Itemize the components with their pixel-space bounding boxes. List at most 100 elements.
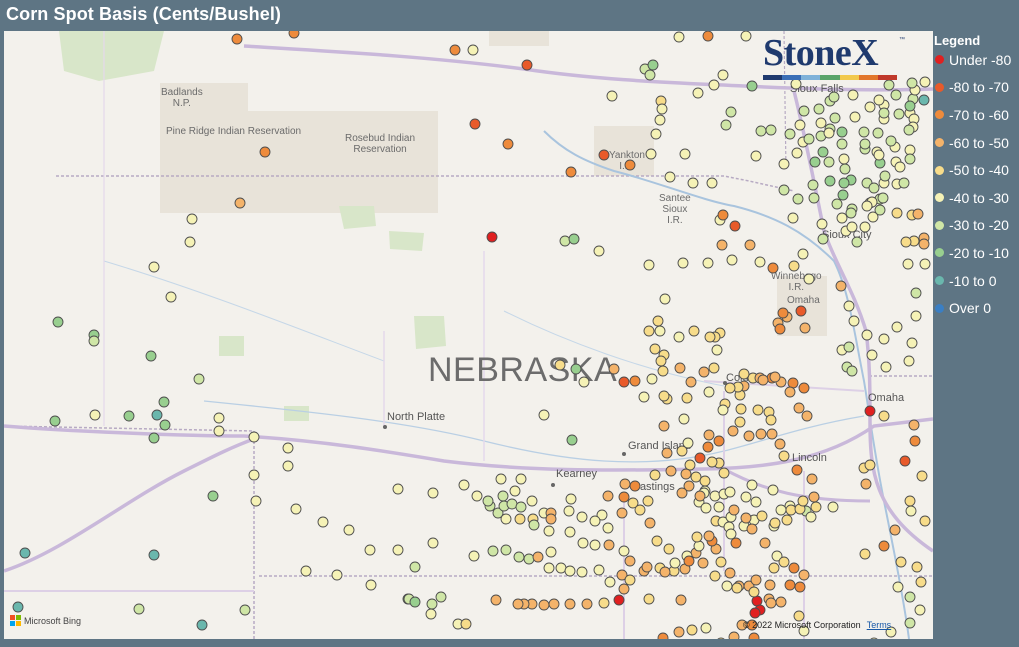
basis-location-marker[interactable]: [898, 177, 910, 189]
basis-location-marker[interactable]: [555, 562, 567, 574]
basis-location-marker[interactable]: [892, 581, 904, 593]
basis-location-marker[interactable]: [795, 305, 807, 317]
legend-item[interactable]: Over 0: [934, 294, 1011, 322]
basis-location-marker[interactable]: [873, 94, 885, 106]
basis-location-marker[interactable]: [740, 491, 752, 503]
terms-link[interactable]: Terms: [867, 620, 892, 630]
basis-location-marker[interactable]: [702, 441, 714, 453]
basis-location-marker[interactable]: [618, 545, 630, 557]
basis-location-marker[interactable]: [899, 455, 911, 467]
basis-location-marker[interactable]: [148, 261, 160, 273]
basis-location-marker[interactable]: [910, 287, 922, 299]
basis-location-marker[interactable]: [239, 604, 251, 616]
basis-location-marker[interactable]: [576, 511, 588, 523]
basis-location-marker[interactable]: [641, 561, 653, 573]
basis-location-marker[interactable]: [843, 300, 855, 312]
basis-location-marker[interactable]: [911, 561, 923, 573]
basis-location-marker[interactable]: [694, 452, 706, 464]
basis-location-marker[interactable]: [425, 608, 437, 620]
basis-location-marker[interactable]: [750, 150, 762, 162]
basis-location-marker[interactable]: [365, 579, 377, 591]
basis-location-marker[interactable]: [509, 485, 521, 497]
basis-location-marker[interactable]: [713, 501, 725, 513]
basis-location-marker[interactable]: [502, 138, 514, 150]
basis-location-marker[interactable]: [692, 87, 704, 99]
basis-location-marker[interactable]: [809, 156, 821, 168]
basis-location-marker[interactable]: [559, 235, 571, 247]
basis-location-marker[interactable]: [746, 479, 758, 491]
basis-location-marker[interactable]: [861, 329, 873, 341]
basis-location-marker[interactable]: [835, 280, 847, 292]
basis-location-marker[interactable]: [894, 161, 906, 173]
basis-location-marker[interactable]: [644, 69, 656, 81]
basis-location-marker[interactable]: [629, 480, 641, 492]
basis-location-marker[interactable]: [545, 546, 557, 558]
basis-location-marker[interactable]: [545, 513, 557, 525]
basis-location-marker[interactable]: [847, 89, 859, 101]
basis-location-marker[interactable]: [858, 126, 870, 138]
basis-location-marker[interactable]: [916, 470, 928, 482]
basis-location-marker[interactable]: [868, 182, 880, 194]
basis-location-marker[interactable]: [123, 410, 135, 422]
basis-location-marker[interactable]: [717, 404, 729, 416]
basis-location-marker[interactable]: [767, 484, 779, 496]
bing-attribution[interactable]: Microsoft Bing: [10, 615, 81, 626]
basis-location-marker[interactable]: [624, 555, 636, 567]
basis-location-marker[interactable]: [711, 344, 723, 356]
basis-location-marker[interactable]: [794, 119, 806, 131]
basis-location-marker[interactable]: [721, 580, 733, 592]
basis-location-marker[interactable]: [752, 404, 764, 416]
legend-item[interactable]: -80 to -70: [934, 74, 1011, 102]
basis-location-marker[interactable]: [805, 511, 817, 523]
basis-location-marker[interactable]: [824, 175, 836, 187]
basis-location-marker[interactable]: [676, 487, 688, 499]
basis-location-marker[interactable]: [704, 331, 716, 343]
basis-location-marker[interactable]: [880, 361, 892, 373]
basis-location-marker[interactable]: [843, 341, 855, 353]
basis-location-marker[interactable]: [427, 537, 439, 549]
basis-location-marker[interactable]: [919, 515, 931, 527]
basis-location-marker[interactable]: [774, 438, 786, 450]
basis-location-marker[interactable]: [651, 535, 663, 547]
basis-location-marker[interactable]: [703, 429, 715, 441]
basis-location-marker[interactable]: [282, 460, 294, 472]
legend-item[interactable]: -30 to -20: [934, 212, 1011, 240]
basis-location-marker[interactable]: [655, 355, 667, 367]
legend-item[interactable]: -50 to -40: [934, 156, 1011, 184]
basis-location-marker[interactable]: [727, 425, 739, 437]
basis-location-marker[interactable]: [900, 236, 912, 248]
basis-location-marker[interactable]: [543, 562, 555, 574]
basis-location-marker[interactable]: [866, 349, 878, 361]
basis-location-marker[interactable]: [486, 231, 498, 243]
basis-location-marker[interactable]: [643, 325, 655, 337]
basis-location-marker[interactable]: [515, 473, 527, 485]
basis-location-marker[interactable]: [813, 103, 825, 115]
basis-location-marker[interactable]: [728, 631, 740, 639]
basis-location-marker[interactable]: [716, 239, 728, 251]
basis-location-marker[interactable]: [568, 233, 580, 245]
basis-location-marker[interactable]: [905, 505, 917, 517]
basis-location-marker[interactable]: [706, 177, 718, 189]
basis-location-marker[interactable]: [890, 89, 902, 101]
basis-location-marker[interactable]: [634, 504, 646, 516]
basis-location-marker[interactable]: [578, 376, 590, 388]
basis-location-marker[interactable]: [787, 212, 799, 224]
basis-location-marker[interactable]: [698, 366, 710, 378]
basis-location-marker[interactable]: [148, 432, 160, 444]
basis-location-marker[interactable]: [678, 413, 690, 425]
basis-location-marker[interactable]: [915, 576, 927, 588]
basis-location-marker[interactable]: [697, 557, 709, 569]
basis-location-marker[interactable]: [724, 486, 736, 498]
basis-location-marker[interactable]: [754, 256, 766, 268]
basis-location-marker[interactable]: [513, 551, 525, 563]
basis-location-marker[interactable]: [151, 409, 163, 421]
basis-location-marker[interactable]: [512, 598, 524, 610]
basis-location-marker[interactable]: [665, 465, 677, 477]
basis-location-marker[interactable]: [769, 517, 781, 529]
basis-location-marker[interactable]: [912, 208, 924, 220]
basis-location-marker[interactable]: [49, 415, 61, 427]
basis-location-marker[interactable]: [734, 416, 746, 428]
basis-location-marker[interactable]: [343, 524, 355, 536]
basis-location-marker[interactable]: [613, 594, 625, 606]
basis-location-marker[interactable]: [564, 565, 576, 577]
